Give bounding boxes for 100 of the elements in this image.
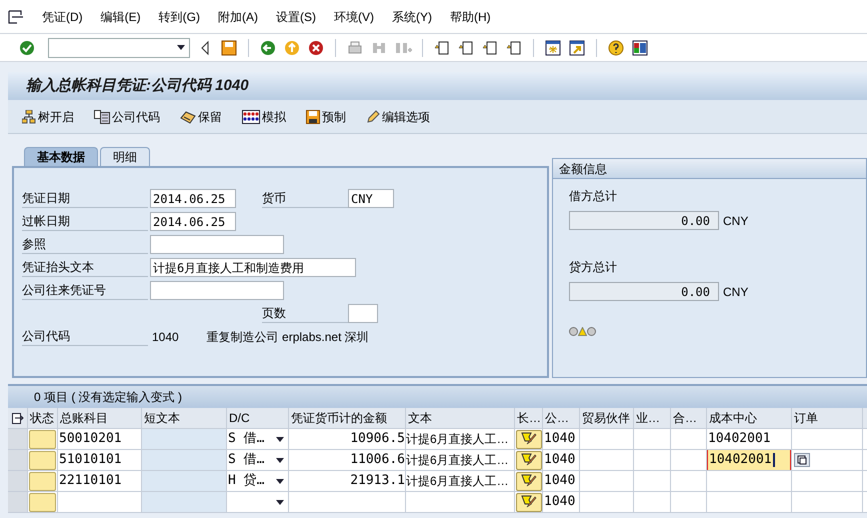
dropdown-caret-icon	[177, 45, 185, 50]
save-icon[interactable]	[220, 38, 238, 56]
save-icon	[306, 110, 320, 124]
long-text-button[interactable]	[516, 492, 542, 512]
column-header[interactable]: 总账科目	[58, 409, 108, 427]
debit-credit-cell-text: S 借…	[227, 451, 264, 470]
dropdown-caret-icon[interactable]	[276, 458, 284, 462]
column-header[interactable]: 成本中心	[707, 409, 757, 427]
column-header[interactable]: 文本	[406, 409, 432, 427]
input-field[interactable]	[150, 281, 284, 300]
note-pencil-icon	[520, 453, 536, 467]
tab[interactable]: 基本数据	[24, 147, 98, 166]
building-icon	[94, 110, 110, 124]
column-header[interactable]: 凭证货币计的金额	[289, 409, 387, 427]
layout-icon[interactable]	[631, 38, 649, 56]
menu-item[interactable]: 编辑(E)	[100, 8, 141, 26]
tray-icon	[180, 110, 196, 124]
total-field: 0.00	[569, 211, 719, 230]
short-text-cell[interactable]	[142, 471, 227, 491]
account-cell-text: 22110101	[58, 472, 122, 490]
toolbar-button[interactable]: 预制	[306, 108, 346, 126]
field-label: 公司代码	[22, 327, 148, 346]
menu-item[interactable]: 凭证(D)	[42, 8, 83, 26]
total-label: 贷方总计	[569, 259, 618, 276]
text-cell-text: 计提6月直接人工…	[406, 452, 509, 469]
dropdown-caret-icon[interactable]	[276, 436, 284, 442]
column-settings-icon[interactable]	[12, 412, 24, 424]
next-page-icon[interactable]	[481, 38, 499, 56]
short-text-cell[interactable]	[142, 450, 227, 470]
company-name: 重复制造公司 erplabs.net 深圳	[206, 328, 369, 346]
menu-item[interactable]: 附加(A)	[218, 8, 258, 26]
value-help-icon[interactable]	[794, 453, 810, 467]
toolbar-button[interactable]: 模拟	[242, 108, 286, 126]
shortcut-icon[interactable]	[568, 38, 586, 56]
toolbar-button[interactable]: 树开启	[22, 108, 74, 126]
column-header[interactable]: D/C	[227, 409, 250, 427]
field-label: 凭证抬头文本	[22, 258, 148, 277]
dropdown-caret-icon[interactable]	[276, 478, 284, 484]
toolbar-button[interactable]: 保留	[180, 108, 222, 126]
pencil-icon	[366, 110, 380, 124]
short-text-cell[interactable]	[142, 429, 227, 449]
help-icon[interactable]	[607, 38, 625, 56]
panel-title: 金额信息	[553, 159, 866, 179]
long-text-button[interactable]	[516, 472, 542, 490]
new-window-icon[interactable]	[544, 38, 562, 56]
company-cell-text: 1040	[543, 472, 576, 490]
column-header[interactable]: 公…	[543, 409, 569, 427]
column-header[interactable]: 贸易伙伴	[580, 409, 630, 427]
menu-item[interactable]: 环境(V)	[334, 8, 374, 26]
total-field: 0.00	[569, 282, 719, 301]
field-label: 过帐日期	[22, 212, 148, 231]
column-header[interactable]: 长…	[515, 409, 541, 427]
menu-item[interactable]: 转到(G)	[158, 8, 200, 26]
total-label: 借方总计	[569, 188, 618, 205]
back-icon[interactable]	[259, 38, 277, 56]
menu-icon[interactable]	[8, 10, 24, 24]
company-cell-text: 1040	[543, 493, 576, 512]
input-field[interactable]: 2014.06.25	[150, 189, 236, 208]
toolbar-button[interactable]: 编辑选项	[366, 108, 430, 126]
field-label: 参照	[22, 235, 148, 254]
screen-title: 输入总帐科目凭证:公司代码 1040	[26, 76, 249, 96]
note-pencil-icon	[520, 495, 536, 509]
input-field[interactable]	[348, 304, 378, 323]
input-field[interactable]: 计提6月直接人工和制造费用	[150, 258, 356, 277]
checkmark-icon[interactable]	[18, 38, 36, 56]
column-header[interactable]: 订单	[792, 409, 818, 427]
currency-label: CNY	[723, 284, 748, 300]
amount-cell-text: 21913.1	[350, 472, 405, 490]
column-header[interactable]: 业…	[634, 409, 660, 427]
column-header[interactable]: 合…	[671, 409, 697, 427]
menu-item[interactable]: 系统(Y)	[392, 8, 432, 26]
long-text-button[interactable]	[516, 430, 542, 448]
long-text-button[interactable]	[516, 450, 542, 470]
hierarchy-icon	[22, 110, 36, 124]
company-cell-text: 1040	[543, 451, 576, 470]
amount-cell-text: 11006.6	[350, 451, 405, 470]
previous-page-icon[interactable]	[457, 38, 475, 56]
column-header[interactable]: 状态	[28, 409, 54, 427]
menu-item[interactable]: 设置(S)	[276, 8, 316, 26]
command-field[interactable]	[48, 38, 190, 58]
input-field[interactable]: CNY	[348, 189, 394, 208]
cost-center-input[interactable]: 10402001	[707, 450, 791, 470]
last-page-icon[interactable]	[505, 38, 523, 56]
dropdown-caret-icon[interactable]	[276, 500, 284, 504]
tab[interactable]: 明细	[100, 147, 150, 166]
input-field[interactable]	[150, 235, 284, 254]
currency-label: CNY	[723, 212, 748, 230]
cancel-icon[interactable]	[307, 38, 325, 56]
short-text-cell[interactable]	[142, 492, 227, 512]
menu-item[interactable]: 帮助(H)	[450, 8, 491, 26]
debit-credit-cell-text: H 贷…	[227, 472, 264, 490]
text-cell-text: 计提6月直接人工…	[406, 473, 509, 490]
column-header[interactable]: 短文本	[142, 409, 180, 427]
first-page-icon[interactable]	[433, 38, 451, 56]
table-title: 0 项目 ( 没有选定输入变式 )	[34, 389, 182, 406]
debit-credit-cell-text: S 借…	[227, 430, 264, 448]
note-pencil-icon	[520, 474, 536, 488]
printer-icon[interactable]	[346, 38, 364, 56]
input-field[interactable]: 2014.06.25	[150, 212, 236, 231]
toolbar-button[interactable]: 公司代码	[94, 108, 160, 126]
